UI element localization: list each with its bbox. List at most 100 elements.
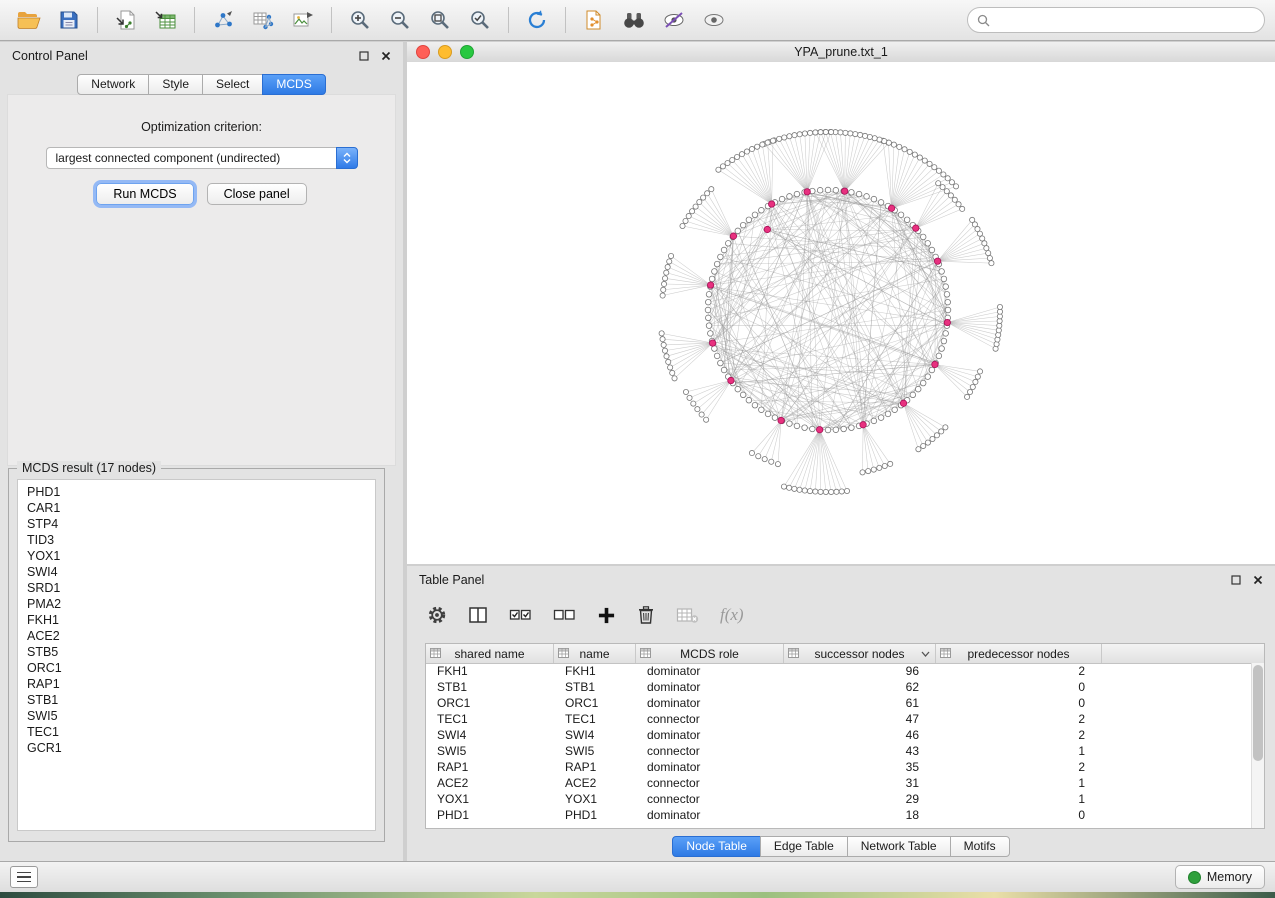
column-header-successor-nodes[interactable]: successor nodes <box>784 644 936 663</box>
dropdown-stepper[interactable] <box>336 147 358 169</box>
refresh-view-button[interactable] <box>518 4 556 36</box>
column-header-mcds-role[interactable]: MCDS role <box>636 644 784 663</box>
show-columns-button[interactable] <box>468 606 488 624</box>
tab-style[interactable]: Style <box>148 74 203 95</box>
open-folder-button[interactable] <box>10 4 48 36</box>
mcds-result-item[interactable]: SRD1 <box>18 580 375 596</box>
table-cell: RAP1 <box>554 760 636 774</box>
mcds-result-item[interactable]: TEC1 <box>18 724 375 740</box>
close-panel-button[interactable]: Close panel <box>207 183 307 205</box>
mcds-result-item[interactable]: RAP1 <box>18 676 375 692</box>
tab-node-table[interactable]: Node Table <box>672 836 761 857</box>
zoom-out-button[interactable] <box>381 4 419 36</box>
save-button[interactable] <box>50 4 88 36</box>
mcds-result-item[interactable]: PHD1 <box>18 484 375 500</box>
table-cell: ACE2 <box>554 776 636 790</box>
new-network-icon <box>212 10 234 30</box>
table-row[interactable]: RAP1RAP1dominator352 <box>426 759 1252 775</box>
table-row[interactable]: TEC1TEC1connector472 <box>426 711 1252 727</box>
zoom-in-button[interactable] <box>341 4 379 36</box>
close-panel-icon[interactable] <box>381 51 391 61</box>
network-from-table-button[interactable] <box>244 4 282 36</box>
table-row[interactable]: SWI4SWI4dominator462 <box>426 727 1252 743</box>
table-row[interactable]: YOX1YOX1connector291 <box>426 791 1252 807</box>
search-box[interactable] <box>967 7 1265 33</box>
mcds-result-item[interactable]: PMA2 <box>18 596 375 612</box>
new-network-button[interactable] <box>204 4 242 36</box>
zoom-fit-button[interactable] <box>421 4 459 36</box>
mcds-result-item[interactable]: YOX1 <box>18 548 375 564</box>
import-network-from-file-icon <box>115 10 137 30</box>
table-scrollbar[interactable] <box>1251 663 1264 828</box>
column-header-filler <box>1102 644 1264 663</box>
delete-column-button[interactable] <box>637 605 655 625</box>
export-image-button[interactable] <box>284 4 322 36</box>
mcds-result-item[interactable]: ORC1 <box>18 660 375 676</box>
show-hide-button[interactable] <box>695 4 733 36</box>
column-label: shared name <box>454 647 524 661</box>
mcds-result-item[interactable]: ACE2 <box>18 628 375 644</box>
tab-motifs[interactable]: Motifs <box>950 836 1010 857</box>
network-window-titlebar[interactable]: YPA_prune.txt_1 <box>407 42 1275 63</box>
table-row[interactable]: PHD1PHD1dominator180 <box>426 807 1252 823</box>
mcds-result-item[interactable]: TID3 <box>18 532 375 548</box>
mcds-result-item[interactable]: STP4 <box>18 516 375 532</box>
create-column-button[interactable] <box>597 606 616 625</box>
deselect-all-button[interactable] <box>553 607 576 623</box>
toolbar-separator <box>194 7 195 33</box>
close-window-icon[interactable] <box>416 45 430 59</box>
minimize-window-icon[interactable] <box>438 45 452 59</box>
optimization-criterion-dropdown[interactable]: largest connected component (undirected) <box>46 147 358 169</box>
float-panel-icon[interactable] <box>1231 575 1241 585</box>
select-all-button[interactable] <box>509 607 532 623</box>
import-network-from-file-button[interactable] <box>107 4 145 36</box>
table-cell: PHD1 <box>554 808 636 822</box>
table-cell: 47 <box>784 712 936 726</box>
table-row[interactable]: SWI5SWI5connector431 <box>426 743 1252 759</box>
mcds-result-item[interactable]: GCR1 <box>18 740 375 756</box>
analyzer-button[interactable] <box>655 4 693 36</box>
mcds-result-item[interactable]: FKH1 <box>18 612 375 628</box>
trash-icon <box>637 605 655 625</box>
tab-select[interactable]: Select <box>202 74 263 95</box>
share-document-button[interactable] <box>575 4 613 36</box>
mcds-result-group: MCDS result (17 nodes) PHD1CAR1STP4TID3Y… <box>8 468 385 842</box>
table-cell: TEC1 <box>554 712 636 726</box>
tab-edge-table[interactable]: Edge Table <box>760 836 848 857</box>
table-row[interactable]: STB1STB1dominator620 <box>426 679 1252 695</box>
network-from-table-icon <box>252 10 274 30</box>
mcds-result-item[interactable]: CAR1 <box>18 500 375 516</box>
sort-grid-icon <box>558 648 569 658</box>
table-row[interactable]: ACE2ACE2connector311 <box>426 775 1252 791</box>
network-canvas[interactable] <box>407 62 1275 564</box>
maximize-window-icon[interactable] <box>460 45 474 59</box>
search-network-button[interactable] <box>615 4 653 36</box>
float-panel-icon[interactable] <box>359 51 369 61</box>
table-row[interactable]: ORC1ORC1dominator610 <box>426 695 1252 711</box>
search-input[interactable] <box>996 12 1255 28</box>
mcds-result-item[interactable]: STB1 <box>18 692 375 708</box>
table-settings-button[interactable] <box>427 605 447 625</box>
table-row[interactable]: FKH1FKH1dominator962 <box>426 663 1252 679</box>
mcds-result-item[interactable]: SWI5 <box>18 708 375 724</box>
column-header-predecessor-nodes[interactable]: predecessor nodes <box>936 644 1102 663</box>
import-table-button[interactable] <box>147 4 185 36</box>
search-icon <box>977 14 990 27</box>
zoom-selected-button[interactable] <box>461 4 499 36</box>
tab-network-table[interactable]: Network Table <box>847 836 951 857</box>
mcds-result-item[interactable]: STB5 <box>18 644 375 660</box>
gear-icon <box>427 605 447 625</box>
close-panel-icon[interactable] <box>1253 575 1263 585</box>
network-view-window: YPA_prune.txt_1 <box>407 42 1275 564</box>
tab-network[interactable]: Network <box>77 74 149 95</box>
run-mcds-button[interactable]: Run MCDS <box>96 183 193 205</box>
control-panel-header: Control Panel <box>0 42 403 70</box>
clear-table-icon <box>676 606 699 624</box>
status-menu-button[interactable] <box>10 866 38 888</box>
column-header-name[interactable]: name <box>554 644 636 663</box>
column-header-shared-name[interactable]: shared name <box>426 644 554 663</box>
tab-mcds[interactable]: MCDS <box>262 74 325 95</box>
scrollbar-thumb[interactable] <box>1253 665 1263 761</box>
mcds-result-item[interactable]: SWI4 <box>18 564 375 580</box>
memory-button[interactable]: Memory <box>1175 865 1265 889</box>
